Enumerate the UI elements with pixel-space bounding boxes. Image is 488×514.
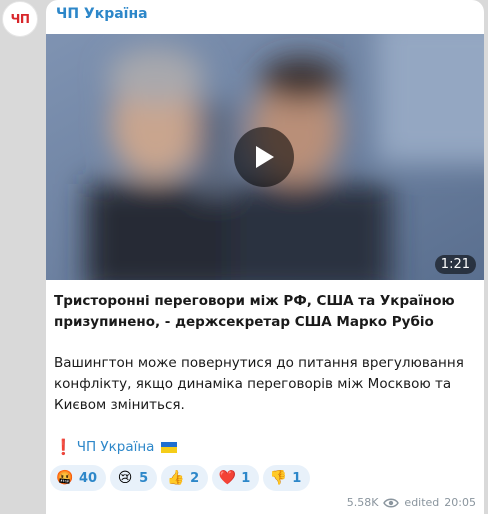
reaction-count: 40 <box>79 470 98 486</box>
reaction-count: 2 <box>190 470 200 486</box>
reaction-angry[interactable]: 🤬 40 <box>50 465 107 491</box>
reaction-heart[interactable]: ❤️ 1 <box>212 465 260 491</box>
video-duration: 1:21 <box>434 255 476 274</box>
eye-icon <box>383 498 400 507</box>
message-meta: 5.58K edited 20:05 <box>347 496 476 509</box>
play-icon <box>256 146 274 168</box>
post-headline: Тристоронні переговори між РФ, США та Ук… <box>54 293 455 330</box>
edited-label: edited <box>404 496 440 509</box>
reaction-count: 1 <box>241 470 251 486</box>
post-signature[interactable]: ❗ ЧП Україна <box>54 438 178 456</box>
avatar-logo-text: ЧП <box>10 12 30 26</box>
channel-name[interactable]: ЧП Україна <box>56 6 148 22</box>
reaction-thumbs-up[interactable]: 👍 2 <box>161 465 209 491</box>
chat-view: ЧП ЧП Україна 1:21 Тристоронні переговор… <box>0 0 488 514</box>
play-button[interactable] <box>234 127 294 187</box>
reactions-bar: 🤬 40 😢 5 👍 2 ❤️ 1 👎 1 <box>50 465 311 491</box>
reaction-count: 1 <box>292 470 302 486</box>
exclamation-icon: ❗ <box>54 438 73 456</box>
ukraine-flag-icon <box>161 441 178 453</box>
reaction-thumbs-down[interactable]: 👎 1 <box>263 465 311 491</box>
reaction-count: 5 <box>139 470 149 486</box>
video-player[interactable]: 1:21 <box>46 34 484 280</box>
channel-avatar[interactable]: ЧП <box>2 1 38 37</box>
thumbs-up-icon: 👍 <box>167 470 185 486</box>
thumbs-down-icon: 👎 <box>269 470 287 486</box>
angry-face-icon: 🤬 <box>56 470 74 486</box>
post-body: Вашингтон може повернутися до питання вр… <box>54 355 464 413</box>
message-bubble: ЧП Україна 1:21 Тристоронні переговори м… <box>46 0 484 514</box>
sad-face-icon: 😢 <box>117 470 133 486</box>
view-count: 5.58K <box>346 496 379 509</box>
signature-link[interactable]: ЧП Україна <box>77 439 155 455</box>
reaction-sad[interactable]: 😢 5 <box>110 465 158 491</box>
message-time: 20:05 <box>444 496 476 509</box>
heart-icon: ❤️ <box>218 470 236 486</box>
